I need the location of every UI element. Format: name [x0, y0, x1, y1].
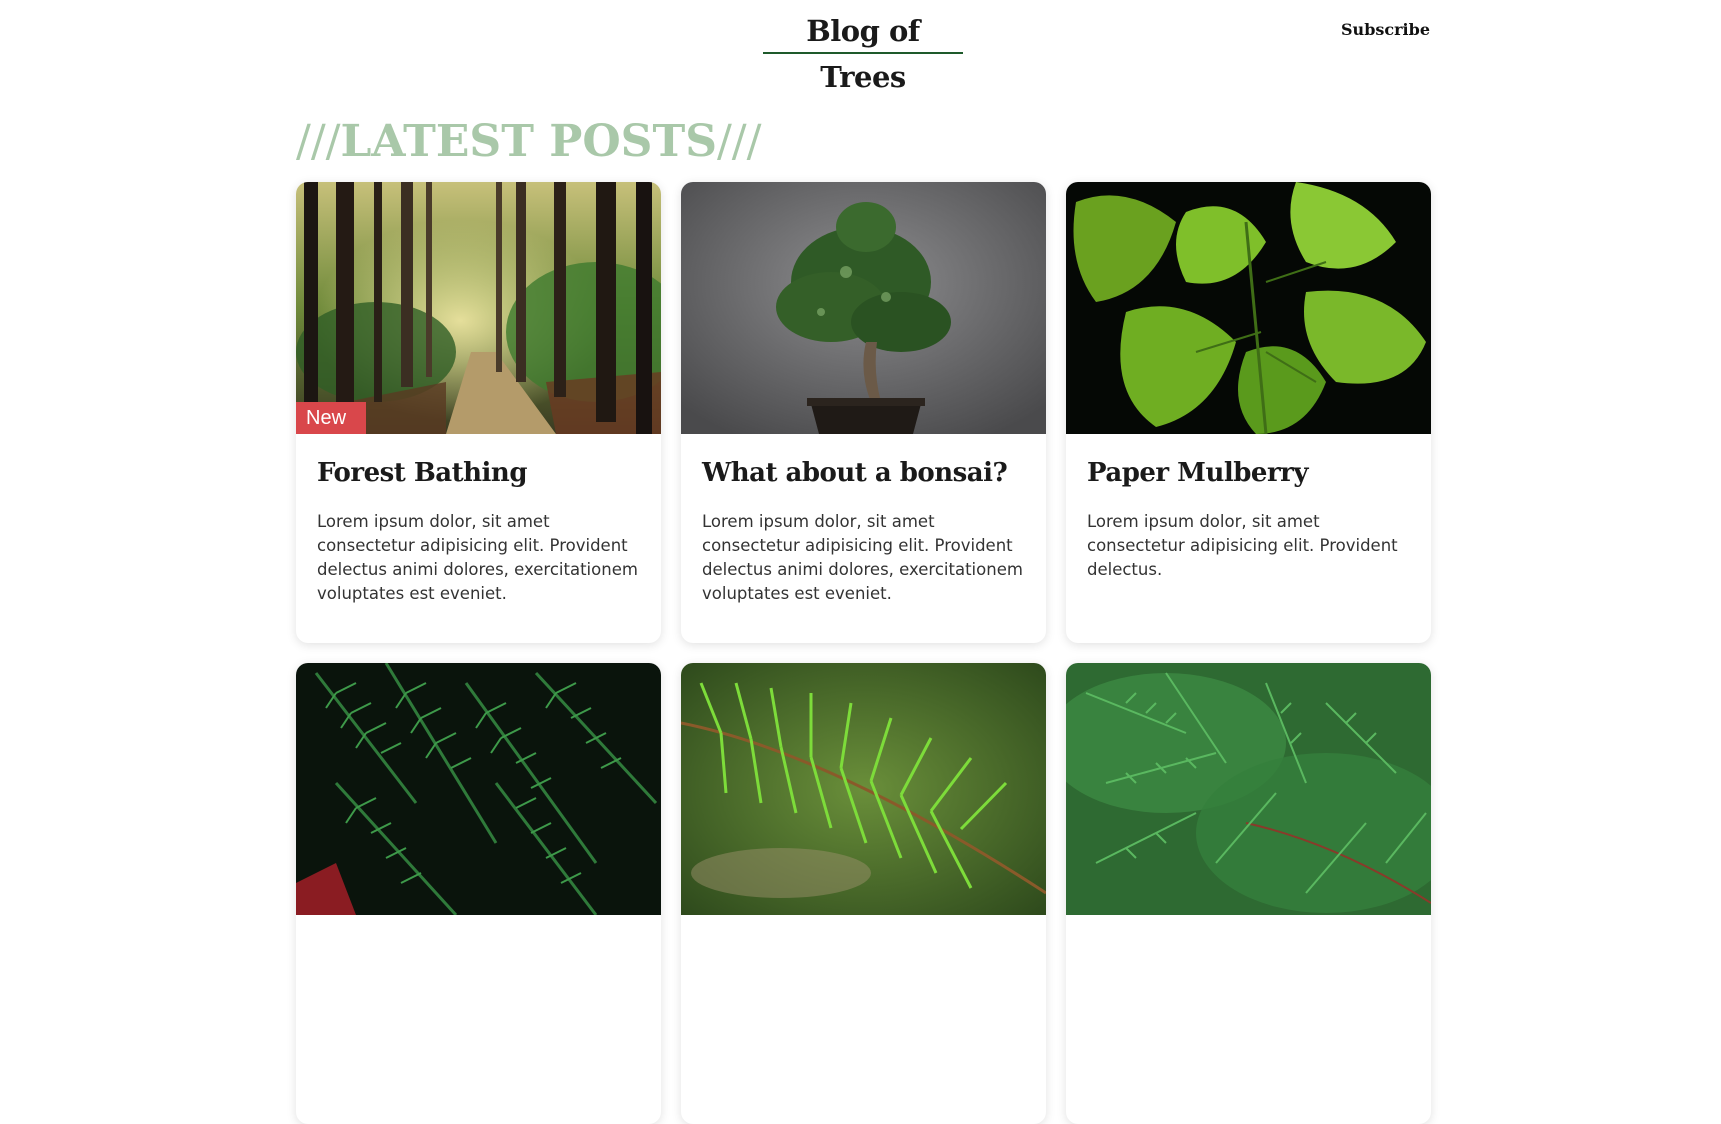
card-title[interactable]: Forest Bathing: [317, 456, 640, 490]
post-card[interactable]: [1066, 663, 1431, 1124]
bonsai-image: [681, 182, 1046, 434]
dawn-redwood-image: [681, 663, 1046, 915]
card-excerpt: Lorem ipsum dolor, sit amet consectetur …: [1087, 512, 1398, 579]
redwood-branches-image: [296, 663, 661, 915]
card-body: Paper Mulberry Lorem ipsum dolor, sit am…: [1066, 434, 1431, 582]
subscribe-link[interactable]: Subscribe: [1330, 18, 1430, 42]
site-brand-link[interactable]: Blog of Trees: [763, 8, 963, 94]
post-card[interactable]: Paper Mulberry Lorem ipsum dolor, sit am…: [1066, 182, 1431, 643]
post-card[interactable]: New Forest Bathing Lorem ipsum dolor, si…: [296, 182, 661, 643]
card-title[interactable]: What about a bonsai?: [702, 456, 1025, 490]
title-slashes-left: ///: [296, 116, 341, 167]
card-body: What about a bonsai? Lorem ipsum dolor, …: [681, 434, 1046, 606]
post-card[interactable]: What about a bonsai? Lorem ipsum dolor, …: [681, 182, 1046, 643]
title-slashes-right: ///: [716, 116, 762, 167]
forest-path-image: New: [296, 182, 661, 434]
new-badge: New: [296, 402, 367, 434]
card-excerpt: Lorem ipsum dolor, sit amet consectetur …: [702, 512, 1023, 603]
post-card[interactable]: [296, 663, 661, 1124]
mulberry-leaves-image: [1066, 182, 1431, 434]
card-excerpt: Lorem ipsum dolor, sit amet consectetur …: [317, 512, 638, 603]
site-header: Blog of Trees Subscribe: [0, 0, 1721, 94]
card-body: Forest Bathing Lorem ipsum dolor, sit am…: [296, 434, 661, 606]
title-text: LATEST POSTS: [340, 116, 717, 167]
cypress-branches-image: [1066, 663, 1431, 915]
post-card[interactable]: [681, 663, 1046, 1124]
posts-grid: New Forest Bathing Lorem ipsum dolor, si…: [296, 182, 1432, 1124]
section-title: ///LATEST POSTS///: [296, 112, 761, 172]
card-title[interactable]: Paper Mulberry: [1087, 456, 1410, 490]
